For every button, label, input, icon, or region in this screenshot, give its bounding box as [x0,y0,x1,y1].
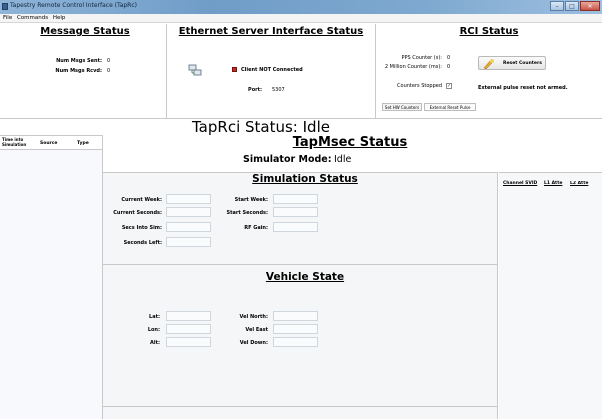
menu-commands[interactable]: Commands [17,15,48,21]
vel-down-label: Vel Down: [239,340,268,346]
alt-field [166,337,211,347]
simulator-mode-label: Simulator Mode: [243,154,332,165]
alt-label: Alt: [150,340,160,346]
vel-north-label: Vel North: [239,314,268,320]
menu-bar: File Commands Help [0,14,602,23]
start-week-label: Start Week: [234,197,268,203]
start-seconds-label: Start Seconds: [226,210,268,216]
current-seconds-label: Current Seconds: [113,210,162,216]
secs-into-sim-label: Secs Into Sim: [121,225,162,231]
current-seconds-field [166,207,211,217]
simulator-mode-value: Idle [334,154,352,165]
client-connection-status: Client NOT Connected [241,67,303,73]
reset-icon [483,58,495,70]
vel-down-field [273,337,318,347]
secs-into-sim-field [166,222,211,232]
tab-external-reset-pulse[interactable]: External Reset Pulse [424,103,476,111]
reset-counters-button[interactable]: Reset Counters [478,56,546,70]
vel-east-label: Vel East [245,327,268,333]
vel-north-field [273,311,318,321]
num-msgs-rcvd-label: Num Msgs Rcvd: [55,68,102,74]
network-icon [188,62,202,76]
col-l1-atten[interactable]: L1 Atte [544,181,562,186]
start-seconds-field [273,207,318,217]
num-msgs-rcvd-value: 0 [107,68,111,74]
reset-counters-label: Reset Counters [503,61,542,66]
rci-status-title: RCI Status [459,26,519,37]
lon-field [166,324,211,334]
app-icon [2,3,8,10]
tab-set-hw-counters[interactable]: Set HW Counters [382,103,422,111]
lon-label: Lon: [147,327,160,333]
vehicle-state-title: Vehicle State [265,271,345,283]
start-week-field [273,194,318,204]
taprci-status: TapRci Status: Idle [192,118,330,136]
menu-file[interactable]: File [3,15,12,21]
title-bar: Tapestry Remote Control Interface (TapRc… [0,0,602,14]
vel-east-field [273,324,318,334]
pps-counter-value: 0 [447,55,451,61]
seconds-left-field [166,237,211,247]
counters-stopped-label: Counters Stopped [397,83,442,89]
current-week-label: Current Week: [121,197,162,203]
counters-stopped-checkbox[interactable]: ✓ [446,83,452,89]
log-panel: Time into Simulation Source Type [0,135,103,419]
ethernet-status-title: Ethernet Server Interface Status [178,26,364,37]
close-button[interactable]: ✕ [580,1,600,11]
divider [166,24,167,118]
window-title: Tapestry Remote Control Interface (TapRc… [10,2,137,9]
two-million-counter-label: 2 Million Counter (ms): [384,64,442,70]
lat-label: Lat: [149,314,160,320]
divider [103,264,498,265]
divider [375,24,376,118]
col-source[interactable]: Source [40,141,57,146]
port-label: Port: [248,87,262,93]
maximize-button[interactable]: □ [565,1,579,11]
log-table-header: Time into Simulation Source Type [0,136,102,150]
simulation-status-title: Simulation Status [252,173,358,185]
app-window: Tapestry Remote Control Interface (TapRc… [0,0,602,419]
channel-panel [499,172,602,419]
col-time-into-simulation[interactable]: Time into Simulation [2,137,26,147]
status-indicator-icon [232,67,237,72]
num-msgs-sent-label: Num Msgs Sent: [56,58,102,64]
port-value: 5307 [272,87,285,93]
seconds-left-label: Seconds Left: [123,240,162,246]
col-channel-svid[interactable]: Channel SVID [503,181,537,186]
external-pulse-status: External pulse reset not armed. [478,85,568,91]
num-msgs-sent-value: 0 [107,58,111,64]
menu-help[interactable]: Help [53,15,66,21]
message-status-title: Message Status [40,26,130,37]
tapmsec-status-title: TapMsec Status [292,135,408,150]
minimize-button[interactable]: – [550,1,564,11]
rf-gain-field [273,222,318,232]
pps-counter-label: PPS Counter (s): [401,55,442,61]
col-l2-atten[interactable]: L2 Atte [570,181,602,186]
divider [103,406,498,407]
two-million-counter-value: 0 [447,64,451,70]
lat-field [166,311,211,321]
col-type[interactable]: Type [77,141,89,146]
current-week-field [166,194,211,204]
rf-gain-label: RF Gain: [244,225,268,231]
